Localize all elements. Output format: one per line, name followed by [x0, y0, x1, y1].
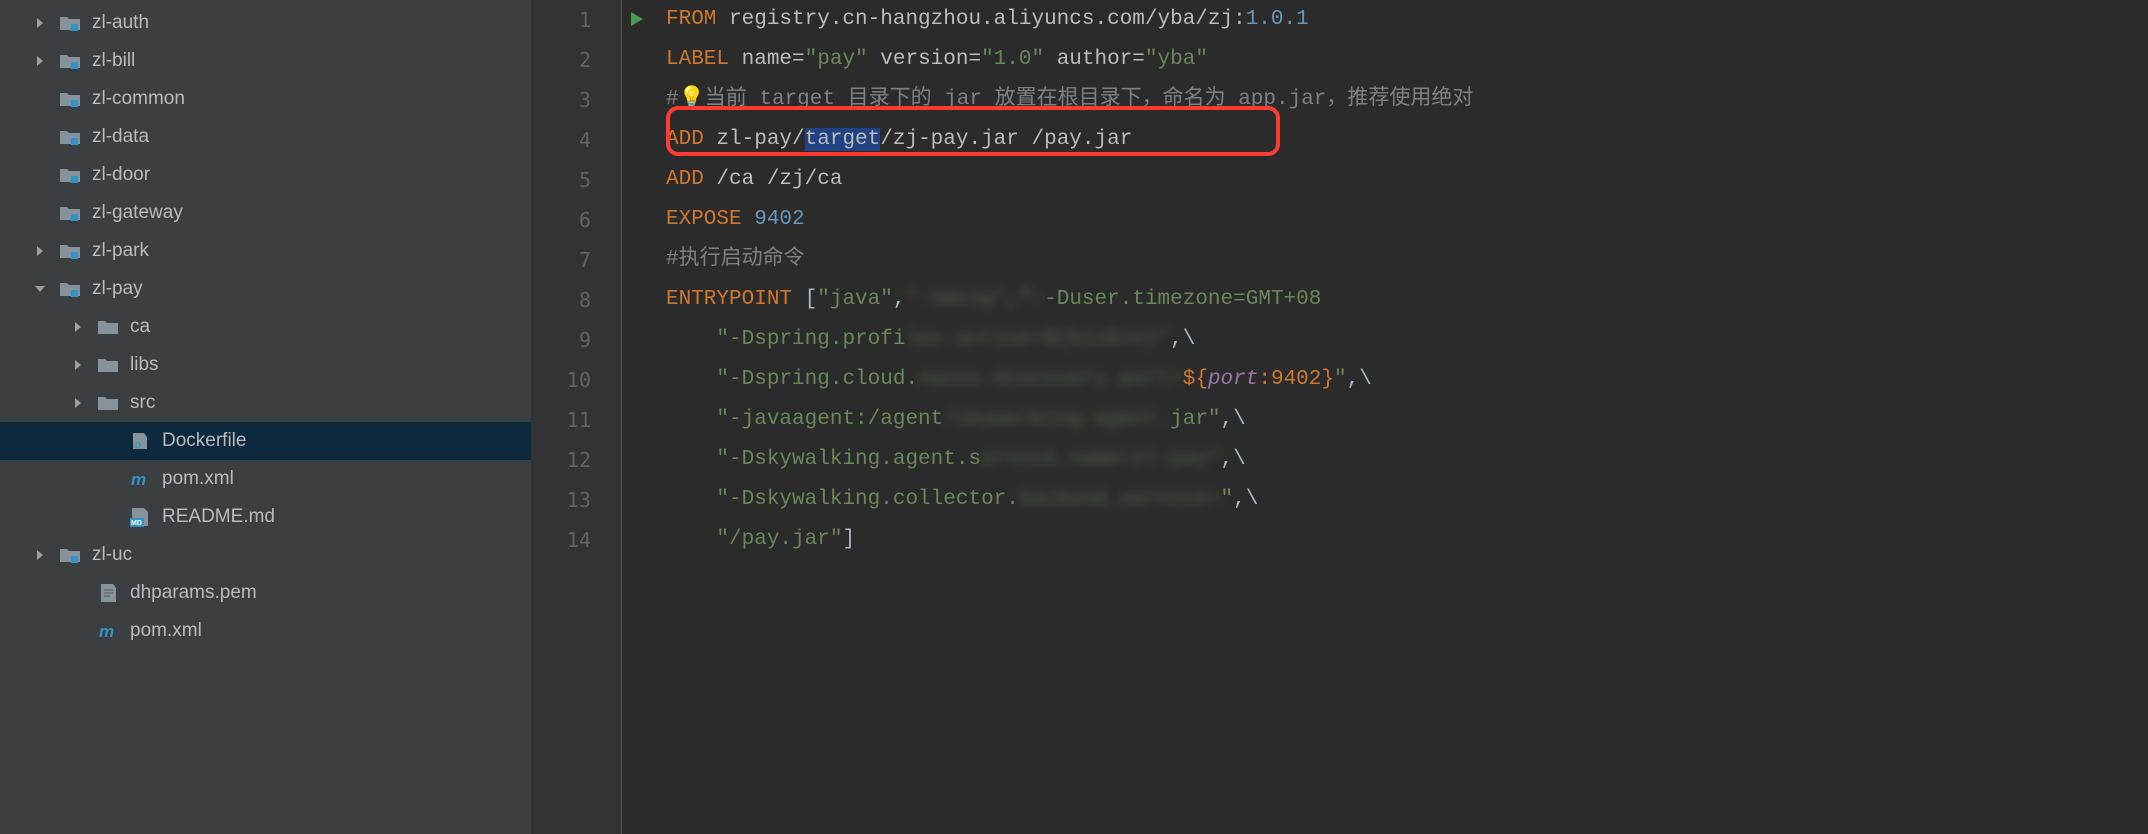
line-number[interactable]: 6 [532, 200, 621, 240]
folder-icon [96, 315, 120, 339]
module-folder-icon [58, 163, 82, 187]
code-line-1[interactable]: FROM registry.cn-hangzhou.aliyuncs.com/y… [666, 0, 2148, 40]
line-number[interactable]: 7 [532, 240, 621, 280]
code-line-6[interactable]: EXPOSE 9402 [666, 200, 2148, 240]
module-folder-icon [58, 277, 82, 301]
code-line-12[interactable]: "-Dskywalking.agent.service_name=zl-pay"… [666, 440, 2148, 480]
line-number[interactable]: 11 [532, 400, 621, 440]
code-line-7[interactable]: #执行启动命令 [666, 240, 2148, 280]
code-line-2[interactable]: LABEL name="pay" version="1.0" author="y… [666, 40, 2148, 80]
svg-text:m: m [99, 622, 114, 641]
chevron-down-icon[interactable] [30, 279, 50, 299]
tree-item-zl-data[interactable]: zl-data [0, 118, 531, 156]
maven-icon: m [96, 619, 120, 643]
tree-item-dhparams-pem[interactable]: dhparams.pem [0, 574, 531, 612]
tree-item-label: README.md [162, 506, 275, 528]
tree-item-dockerfile[interactable]: D Dockerfile [0, 422, 531, 460]
folder-icon [96, 353, 120, 377]
tree-item-readme-md[interactable]: MD README.md [0, 498, 531, 536]
tree-item-label: zl-park [92, 240, 149, 262]
code-area[interactable]: FROM registry.cn-hangzhou.aliyuncs.com/y… [622, 0, 2148, 834]
maven-icon: m [128, 467, 152, 491]
chevron-right-icon[interactable] [30, 13, 50, 33]
chevron-right-icon[interactable] [68, 317, 88, 337]
intention-bulb-icon[interactable]: 💡 [679, 80, 705, 120]
tree-item-label: pom.xml [130, 620, 202, 642]
svg-text:m: m [131, 470, 146, 489]
module-folder-icon [58, 87, 82, 111]
line-number[interactable]: 3 [532, 80, 621, 120]
line-number[interactable]: 4 [532, 120, 621, 160]
chevron-right-icon[interactable] [30, 545, 50, 565]
tree-item-zl-park[interactable]: zl-park [0, 232, 531, 270]
tree-item-pom-xml[interactable]: m pom.xml [0, 612, 531, 650]
line-number[interactable]: 9 [532, 320, 621, 360]
tree-item-label: Dockerfile [162, 430, 246, 452]
tree-item-label: zl-gateway [92, 202, 183, 224]
chevron-right-icon[interactable] [68, 393, 88, 413]
code-line-3[interactable]: #💡当前 target 目录下的 jar 放置在根目录下，命名为 app.jar… [666, 80, 2148, 120]
module-folder-icon [58, 543, 82, 567]
module-folder-icon [58, 11, 82, 35]
line-number[interactable]: 2 [532, 40, 621, 80]
code-editor[interactable]: 1234567891011121314 FROM registry.cn-han… [532, 0, 2148, 834]
tree-item-label: zl-common [92, 88, 185, 110]
tree-item-zl-gateway[interactable]: zl-gateway [0, 194, 531, 232]
tree-item-zl-bill[interactable]: zl-bill [0, 42, 531, 80]
line-number[interactable]: 13 [532, 480, 621, 520]
file-tree-sidebar[interactable]: zl-auth zl-bill zl-common zl-data zl-door zl-… [0, 0, 532, 834]
gutter: 1234567891011121314 [532, 0, 622, 834]
svg-text:MD: MD [131, 520, 142, 527]
tree-item-libs[interactable]: libs [0, 346, 531, 384]
tree-item-label: zl-door [92, 164, 150, 186]
line-number[interactable]: 1 [532, 0, 621, 40]
tree-item-ca[interactable]: ca [0, 308, 531, 346]
text-icon [96, 581, 120, 605]
chevron-right-icon[interactable] [30, 241, 50, 261]
code-line-4[interactable]: ADD zl-pay/target/zj-pay.jar /pay.jar [666, 120, 2148, 160]
line-number[interactable]: 8 [532, 280, 621, 320]
tree-item-label: pom.xml [162, 468, 234, 490]
tree-item-zl-uc[interactable]: zl-uc [0, 536, 531, 574]
tree-item-zl-pay[interactable]: zl-pay [0, 270, 531, 308]
line-number[interactable]: 14 [532, 520, 621, 560]
tree-item-label: ca [130, 316, 150, 338]
module-folder-icon [58, 125, 82, 149]
tree-item-src[interactable]: src [0, 384, 531, 422]
tree-item-zl-common[interactable]: zl-common [0, 80, 531, 118]
line-number[interactable]: 10 [532, 360, 621, 400]
tree-item-label: libs [130, 354, 159, 376]
tree-item-label: zl-pay [92, 278, 143, 300]
tree-item-label: zl-uc [92, 544, 132, 566]
code-line-13[interactable]: "-Dskywalking.collector.backend_service=… [666, 480, 2148, 520]
docker-icon: D [128, 429, 152, 453]
chevron-right-icon[interactable] [30, 51, 50, 71]
svg-text:D: D [135, 441, 141, 450]
module-folder-icon [58, 239, 82, 263]
module-folder-icon [58, 201, 82, 225]
chevron-right-icon[interactable] [68, 355, 88, 375]
code-line-10[interactable]: "-Dspring.cloud.nacos.discovery.port=${p… [666, 360, 2148, 400]
tree-item-label: zl-data [92, 126, 149, 148]
line-number[interactable]: 12 [532, 440, 621, 480]
tree-item-label: zl-auth [92, 12, 149, 34]
line-number[interactable]: 5 [532, 160, 621, 200]
tree-item-label: zl-bill [92, 50, 135, 72]
tree-item-label: dhparams.pem [130, 582, 257, 604]
folder-icon [96, 391, 120, 415]
code-line-5[interactable]: ADD /ca /zj/ca [666, 160, 2148, 200]
tree-item-zl-auth[interactable]: zl-auth [0, 4, 531, 42]
code-line-9[interactable]: "-Dspring.profiles.active=${bizEnv}",\ [666, 320, 2148, 360]
tree-item-label: src [130, 392, 155, 414]
md-icon: MD [128, 505, 152, 529]
code-line-11[interactable]: "-javaagent:/agent/skywalking-agent.jar"… [666, 400, 2148, 440]
tree-item-zl-door[interactable]: zl-door [0, 156, 531, 194]
code-line-14[interactable]: "/pay.jar"] [666, 520, 2148, 560]
module-folder-icon [58, 49, 82, 73]
tree-item-pom-xml[interactable]: m pom.xml [0, 460, 531, 498]
code-line-8[interactable]: ENTRYPOINT ["java","-Xmx1g","--Duser.tim… [666, 280, 2148, 320]
